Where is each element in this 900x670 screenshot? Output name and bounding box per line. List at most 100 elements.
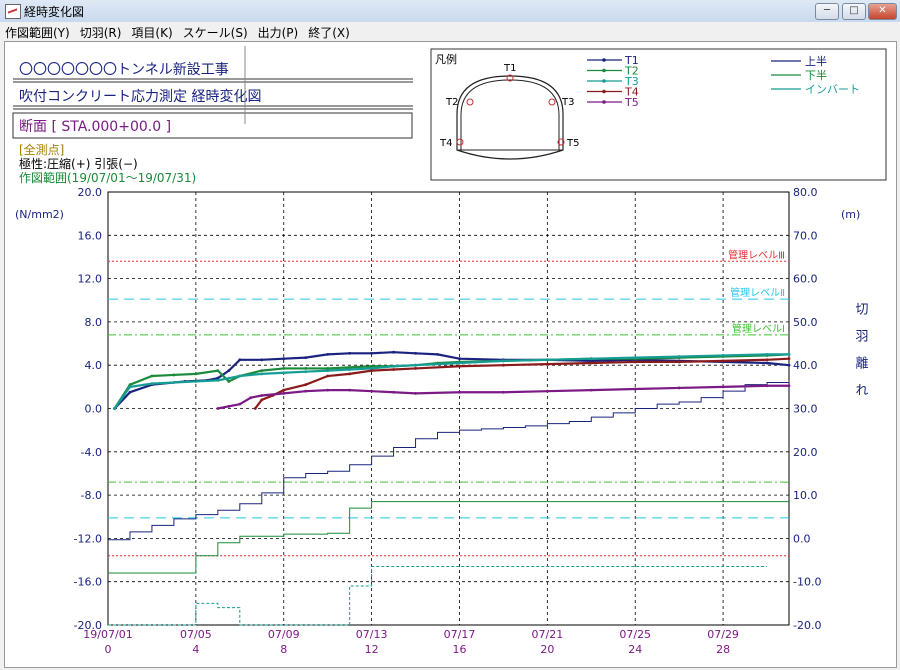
series-point-t1: [260, 358, 264, 362]
close-button[interactable]: ✕: [868, 3, 897, 20]
series-point-t1: [128, 390, 132, 394]
series-point-t5: [392, 390, 395, 394]
series-point-t5: [502, 390, 505, 394]
series-point-t3: [545, 358, 549, 362]
chart-svg: 〇〇〇〇〇〇〇トンネル新設工事 吹付コンクリート応力測定 経時変化図 断面 [ …: [12, 46, 887, 656]
y2-tick-label: 0.0: [793, 532, 811, 545]
series-point-t5: [370, 389, 374, 393]
series-point-t1: [348, 351, 352, 355]
menu-item-face[interactable]: 切羽(R): [75, 22, 127, 41]
y2-tick-label: 60.0: [793, 273, 818, 286]
series-point-t2: [304, 367, 308, 370]
project-title: 〇〇〇〇〇〇〇トンネル新設工事: [19, 62, 229, 78]
y2-tick-label: 50.0: [793, 316, 818, 329]
menu-bar: 作図範囲(Y) 切羽(R) 項目(K) スケール(S) 出力(P) 終了(X): [0, 22, 900, 40]
y-tick-label: -8.0: [81, 489, 102, 502]
series-point-t3: [227, 376, 231, 380]
series-point-t3: [128, 385, 132, 389]
series-point-t3: [282, 371, 286, 375]
series-point-t4: [633, 360, 637, 364]
menu-item-exit[interactable]: 終了(X): [303, 22, 355, 41]
series-point-t3: [458, 361, 461, 365]
series-point-t4: [545, 362, 549, 366]
x-tick-date: 07/09: [268, 628, 300, 641]
legend-label-t5: T5: [624, 96, 639, 109]
x-tick-date: 19/07/01: [83, 628, 132, 641]
series-point-t1: [304, 356, 308, 360]
y-tick-label: 4.0: [85, 359, 103, 372]
series-point-t4: [721, 359, 725, 363]
series-point-t1: [326, 352, 330, 356]
diagram-label-t5: T5: [566, 138, 579, 149]
series-point-t4: [370, 369, 374, 373]
series-point-t5: [765, 384, 769, 388]
series-point-t1: [458, 357, 461, 361]
y2-tick-label: -10.0: [793, 576, 821, 589]
x-tick-date: 07/29: [707, 628, 739, 641]
menu-item-output[interactable]: 出力(P): [253, 22, 304, 41]
y2-tick-label: 80.0: [793, 186, 818, 199]
y2-axis-title-text: 切羽離れ: [853, 302, 869, 410]
series-point-t1: [227, 369, 231, 373]
legend-title: 凡例: [435, 52, 457, 66]
series-point-t5: [216, 407, 220, 410]
management-level-label: 管理レベルⅠ: [732, 322, 785, 335]
y-tick-label: -4.0: [81, 446, 102, 459]
series-point-t4: [260, 398, 264, 402]
y-axis-unit-label: (N/mm2): [15, 208, 64, 221]
y-tick-label: 16.0: [78, 229, 103, 242]
x-tick-day: 28: [716, 643, 730, 656]
legend-marker-t4: [602, 89, 606, 94]
series-point-t2: [282, 367, 286, 370]
series-point-t2: [227, 380, 231, 383]
legend-face-label-0: 上半: [805, 54, 827, 68]
series-point-t3: [502, 359, 505, 363]
series-point-t5: [260, 394, 264, 397]
series-point-t5: [348, 388, 352, 392]
series-point-t4: [304, 383, 308, 387]
series-point-t3: [414, 363, 417, 367]
menu-item-plot-range[interactable]: 作図範囲(Y): [0, 22, 75, 41]
series-point-t5: [677, 386, 681, 390]
chart-app-icon: [5, 4, 21, 19]
x-tick-date: 07/17: [444, 628, 476, 641]
header-block: 〇〇〇〇〇〇〇トンネル新設工事 吹付コンクリート応力測定 経時変化図 断面 [ …: [12, 46, 413, 185]
series-point-t5: [545, 389, 549, 393]
legend-marker-t1: [602, 58, 606, 62]
series-point-t1: [765, 361, 769, 365]
series-point-t1: [436, 352, 439, 356]
x-tick-day: 8: [280, 643, 287, 656]
series-point-t3: [326, 369, 330, 373]
diagram-label-t3: T3: [561, 97, 574, 108]
maximize-button[interactable]: □: [842, 3, 866, 20]
series-point-t3: [348, 368, 352, 371]
diagram-label-t1: T1: [503, 63, 516, 74]
series-point-t5: [787, 384, 791, 388]
series-point-t3: [194, 380, 198, 383]
y-tick-label: 8.0: [85, 316, 103, 329]
series-point-t3: [238, 374, 242, 378]
series-point-t4: [392, 368, 395, 371]
polarity-label: 極性:圧縮(+) 引張(−): [19, 156, 138, 171]
series-point-t3: [113, 407, 116, 410]
all-points-label: [全測点]: [19, 142, 64, 157]
menu-item-items[interactable]: 項目(K): [126, 22, 177, 41]
legend-face-label-1: 下半: [805, 68, 827, 82]
series-point-t1: [370, 351, 374, 355]
management-level-label: 管理レベルⅡ: [730, 286, 785, 299]
legend-box: 凡例 T1 T2 T3 T4 T5 T1T2T3T4T5 上半下半インバート: [430, 48, 887, 181]
y2-tick-label: 30.0: [793, 403, 818, 416]
window-title: 経時変化図: [24, 5, 85, 19]
series-point-t3: [589, 357, 593, 361]
series-point-t5: [458, 390, 461, 394]
y2-tick-label: 20.0: [793, 446, 818, 459]
y-tick-label: -12.0: [74, 532, 102, 545]
minimize-button[interactable]: ─: [815, 3, 839, 20]
series-point-t3: [677, 355, 681, 358]
series-point-t5: [414, 391, 417, 395]
y2-tick-label: 70.0: [793, 229, 818, 242]
section-label: 断面 [ STA.000+00.0 ]: [19, 119, 171, 135]
x-tick-date: 07/25: [619, 628, 651, 641]
menu-item-scale[interactable]: スケール(S): [178, 22, 253, 41]
series-point-t4: [326, 374, 330, 378]
